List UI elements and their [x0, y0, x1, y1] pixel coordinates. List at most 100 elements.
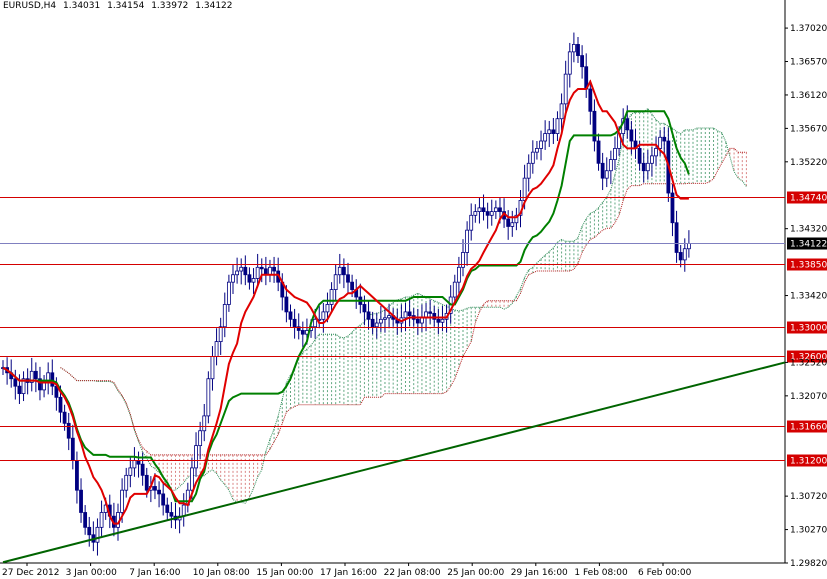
candle-body [415, 318, 420, 324]
price-tick-label: 1.30720 [790, 492, 827, 502]
price-tick-label: 1.36570 [790, 58, 827, 68]
price-tick-label: 1.32070 [790, 392, 827, 402]
time-tick-label: 6 Feb 00:00 [638, 568, 692, 578]
candle-body [157, 489, 161, 495]
candle-body [485, 211, 490, 216]
level-label: 1.33850 [790, 261, 827, 271]
candle-body [214, 341, 219, 357]
price-tick-label: 1.34320 [790, 225, 827, 235]
ohlc-high: 1.34154 [107, 1, 145, 11]
candle-body [313, 318, 318, 328]
candle-body [403, 311, 408, 319]
candle-body [58, 396, 63, 413]
price-tick-label: 1.35670 [790, 124, 827, 134]
tenkan-sen-line [2, 79, 689, 525]
candle-body [436, 318, 441, 323]
candle-body [333, 274, 338, 291]
candle-body [493, 207, 498, 212]
candle-body [259, 266, 264, 270]
candle-body [498, 207, 502, 212]
candle-body [686, 243, 691, 250]
candle-body [506, 218, 511, 227]
candle-body [650, 155, 654, 164]
candle-body [202, 415, 207, 432]
price-tick-label: 1.36120 [790, 91, 827, 101]
candle-body [662, 136, 667, 142]
candle-body [489, 211, 494, 216]
candle-body [596, 140, 601, 164]
candle-body [243, 266, 248, 276]
candle-body [473, 211, 478, 216]
chart-area: 1.34740 1.33850 1.33000 1.32600 1.31660 1.312… [0, 0, 827, 579]
candle-body [539, 140, 543, 149]
candle-body [613, 148, 617, 160]
time-tick-label: 17 Jan 16:00 [320, 568, 377, 578]
candle-body [567, 51, 572, 75]
candle-body [79, 489, 83, 513]
candle-body [387, 315, 391, 319]
candle-body [370, 318, 375, 328]
candle-body [284, 296, 289, 313]
candle-body [181, 504, 186, 517]
price-tick-label: 1.29820 [790, 559, 827, 569]
candle-body [682, 248, 687, 261]
candle-body [456, 266, 461, 283]
candle-body [654, 148, 658, 157]
time-tick-label: 15 Jan 00:00 [256, 568, 313, 578]
ohlc-close: 1.34122 [195, 1, 233, 11]
candle-body [674, 222, 679, 253]
candle-body [325, 304, 330, 313]
candle-body [169, 512, 174, 517]
candle-body [99, 512, 104, 528]
candle-body [383, 317, 387, 320]
candle-body [198, 430, 203, 447]
candle-body [481, 207, 486, 212]
candle-body [407, 311, 412, 317]
candle-body [272, 266, 276, 272]
candle-body [461, 252, 465, 268]
price-chart: 1.347401.338501.330001.326001.316601.312… [0, 0, 827, 578]
chart-header: EURUSD,H4 1.34031 1.34154 1.33972 1.3412… [3, 1, 237, 11]
candle-body [226, 281, 231, 305]
candle-body [526, 162, 531, 179]
candle-body [645, 162, 650, 172]
time-tick-label: 22 Jan 08:00 [384, 568, 441, 578]
candle-body [292, 318, 297, 328]
candle-body [555, 118, 560, 134]
symbol-label: EURUSD,H4 [3, 1, 57, 11]
candle-body [592, 110, 597, 142]
price-tick-label: 1.35220 [790, 158, 827, 168]
candle-body [378, 318, 383, 324]
candle-body [153, 486, 157, 491]
candle-body [551, 129, 556, 134]
time-tick-label: 10 Jan 08:00 [193, 568, 250, 578]
price-tick-label: 1.30270 [790, 526, 827, 536]
time-tick-label: 25 Jan 00:00 [447, 568, 504, 578]
candle-body [165, 504, 170, 513]
candle-body [563, 73, 568, 105]
candle-body [13, 378, 18, 387]
level-label: 1.31200 [790, 457, 827, 467]
candle-body [535, 148, 539, 153]
candle-body [218, 326, 223, 343]
candle-body [440, 318, 445, 323]
kijun-sen-line [2, 110, 690, 503]
candle-body [374, 322, 379, 328]
candle-body [239, 266, 244, 272]
candle-body [247, 274, 252, 283]
candle-body [362, 304, 367, 313]
candle-body [87, 526, 92, 536]
candle-body [576, 44, 580, 56]
candle-body [120, 489, 125, 513]
candle-body [510, 222, 515, 227]
candle-body [128, 467, 133, 476]
candle-body [95, 526, 100, 543]
candle-body [608, 159, 613, 172]
candle-body [580, 55, 585, 68]
candle-body [321, 311, 326, 320]
candle-body [678, 252, 683, 261]
current-price-label: 1.34122 [790, 240, 827, 250]
candle-body [658, 136, 663, 149]
candle-body [477, 207, 482, 212]
time-tick-label: 27 Dec 2012 [2, 568, 60, 578]
